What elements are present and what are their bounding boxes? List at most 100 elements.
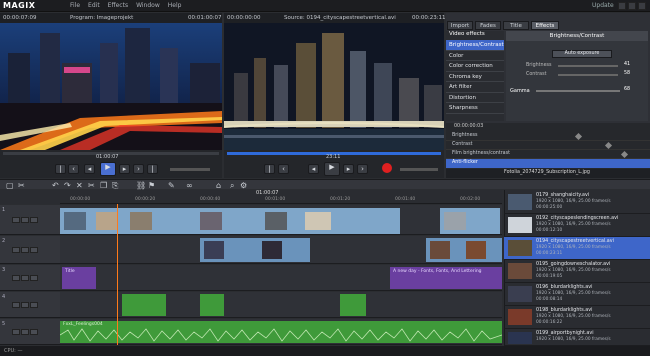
playhead[interactable] xyxy=(117,204,118,345)
marker-icon[interactable]: ⚑ xyxy=(148,181,155,190)
cut-icon[interactable]: ✂ xyxy=(88,181,95,190)
maximize-icon[interactable] xyxy=(628,2,636,10)
magnet-icon[interactable]: ⌂ xyxy=(216,181,221,190)
title-clip[interactable]: A new day - Fonts, Fonts, And Lettering xyxy=(390,267,502,289)
tab-fades[interactable]: Fades xyxy=(475,21,501,30)
media-item-selected[interactable]: 0194_cityscapestreetvertical.avi 1920 x … xyxy=(504,237,650,260)
video-clip[interactable] xyxy=(440,208,500,234)
group-icon[interactable]: ⛓ xyxy=(136,181,146,190)
rewind-icon[interactable]: ‹ xyxy=(68,164,79,174)
timeline-ruler[interactable]: 01:00:07 00:00:00 00:00:20 00:00:40 00:0… xyxy=(60,190,502,204)
minimize-icon[interactable] xyxy=(618,2,626,10)
close-icon[interactable] xyxy=(638,2,646,10)
tab-import[interactable]: Import xyxy=(447,21,473,30)
track-header-2[interactable]: 2 xyxy=(0,236,60,264)
record-icon[interactable] xyxy=(382,163,392,173)
menu-edit[interactable]: Edit xyxy=(88,2,100,9)
source-step-back-icon[interactable]: ◂ xyxy=(308,164,319,174)
effect-distortion[interactable]: Distortion xyxy=(446,93,504,103)
program-volume-slider[interactable] xyxy=(170,168,210,171)
track-header-4[interactable]: 4 xyxy=(0,292,60,318)
tab-effects[interactable]: Effects xyxy=(531,21,559,30)
step-forward-icon[interactable]: ▸ xyxy=(119,164,130,174)
video-lane-2[interactable] xyxy=(60,236,502,264)
effect-color-correction[interactable]: Color correction xyxy=(446,61,504,72)
play-button[interactable]: ▶ xyxy=(100,162,116,176)
auto-exposure-button[interactable]: Auto exposure xyxy=(552,50,612,58)
step-back-icon[interactable]: ◂ xyxy=(84,164,95,174)
redo-icon[interactable]: ↷ xyxy=(64,181,71,190)
solo-icon[interactable] xyxy=(12,301,20,308)
audio-lane-1[interactable] xyxy=(60,292,502,318)
lock-icon[interactable] xyxy=(30,301,38,308)
source-prev-icon[interactable]: | xyxy=(264,164,275,174)
menu-help[interactable]: Help xyxy=(168,2,182,9)
effect-sharpness[interactable]: Sharpness xyxy=(446,103,504,114)
source-rewind-icon[interactable]: ‹ xyxy=(278,164,289,174)
copy-icon[interactable]: ❐ xyxy=(100,181,107,190)
update-label[interactable]: Update xyxy=(592,2,614,9)
effect-art-filter[interactable]: Art filter xyxy=(446,82,504,93)
track-header-5[interactable]: 5 xyxy=(0,319,60,345)
media-item[interactable]: 0196_blurdarklights.avi 1920 x 1080, 16/… xyxy=(504,283,650,306)
video-clip[interactable] xyxy=(426,238,502,262)
music-clip[interactable]: FxxL_Feelings004 xyxy=(60,321,502,343)
video-clip[interactable] xyxy=(200,238,310,262)
brightness-slider[interactable] xyxy=(558,65,618,67)
tab-title[interactable]: Title xyxy=(503,21,529,30)
media-item[interactable]: 0195_goingdowneschalator.avi 1920 x 1080… xyxy=(504,260,650,283)
mouse-mode-icon[interactable]: ▢ xyxy=(6,181,14,190)
gamma-slider[interactable] xyxy=(536,90,620,92)
brightness-value[interactable]: 41 xyxy=(624,62,630,67)
effect-chroma-key[interactable]: Chroma key xyxy=(446,72,504,82)
effect-color[interactable]: Color xyxy=(446,51,504,61)
delete-icon[interactable]: ✕ xyxy=(76,181,83,190)
menu-effects[interactable]: Effects xyxy=(108,2,128,9)
lock-icon[interactable] xyxy=(30,216,38,223)
contrast-value[interactable]: 58 xyxy=(624,71,630,76)
solo-icon[interactable] xyxy=(12,216,20,223)
gamma-value[interactable]: 68 xyxy=(624,87,630,92)
settings-icon[interactable]: ⚙ xyxy=(240,181,247,190)
source-volume-slider[interactable] xyxy=(400,168,438,171)
source-forward-icon[interactable]: › xyxy=(357,164,368,174)
audio-clip[interactable] xyxy=(122,294,166,316)
media-item[interactable]: 0192_cityscapeslendingscreen.avi 1920 x … xyxy=(504,214,650,237)
link-icon[interactable]: ∞ xyxy=(186,181,193,190)
media-item[interactable]: 0179_shanghaicity.avi 1920 x 1080, 16/9,… xyxy=(504,191,650,214)
lock-icon[interactable] xyxy=(30,274,38,281)
contrast-slider[interactable] xyxy=(558,74,618,76)
lock-icon[interactable] xyxy=(30,246,38,253)
mute-icon[interactable] xyxy=(21,328,29,335)
next-marker-button[interactable]: | xyxy=(147,164,158,174)
mute-icon[interactable] xyxy=(21,246,29,253)
mute-icon[interactable] xyxy=(21,274,29,281)
media-item[interactable]: 0199_airportbynight.avi 1920 x 1080, 16/… xyxy=(504,329,650,346)
undo-icon[interactable]: ↶ xyxy=(52,181,59,190)
mute-icon[interactable] xyxy=(21,301,29,308)
media-item[interactable]: 0198_blurdarklights.avi 1920 x 1080, 16/… xyxy=(504,306,650,329)
menu-window[interactable]: Window xyxy=(136,2,160,9)
title-clip[interactable]: Title xyxy=(62,267,96,289)
track-header-3[interactable]: 3 xyxy=(0,265,60,291)
solo-icon[interactable] xyxy=(12,246,20,253)
audio-lane-2[interactable]: FxxL_Feelings004 xyxy=(60,319,502,345)
solo-icon[interactable] xyxy=(12,274,20,281)
track-header-1[interactable]: 1 xyxy=(0,205,60,235)
title-lane[interactable]: Title A new day - Fonts, Fonts, And Lett… xyxy=(60,265,502,291)
lock-icon[interactable] xyxy=(30,328,38,335)
source-step-forward-icon[interactable]: ▸ xyxy=(343,164,354,174)
menu-file[interactable]: File xyxy=(70,2,80,9)
effect-icon[interactable]: ✎ xyxy=(168,181,175,190)
video-lane-1[interactable] xyxy=(60,205,502,235)
audio-clip[interactable] xyxy=(340,294,366,316)
effect-brightness-contrast[interactable]: Brightness/Contrast xyxy=(446,40,504,51)
video-clip[interactable] xyxy=(60,208,400,234)
audio-clip[interactable] xyxy=(200,294,224,316)
scissors-icon[interactable]: ✂ xyxy=(18,181,25,190)
solo-icon[interactable] xyxy=(12,328,20,335)
source-video-preview[interactable] xyxy=(224,23,444,150)
source-play-button[interactable]: ▶ xyxy=(324,162,340,176)
prev-marker-button[interactable]: | xyxy=(55,164,66,174)
forward-icon[interactable]: › xyxy=(133,164,144,174)
